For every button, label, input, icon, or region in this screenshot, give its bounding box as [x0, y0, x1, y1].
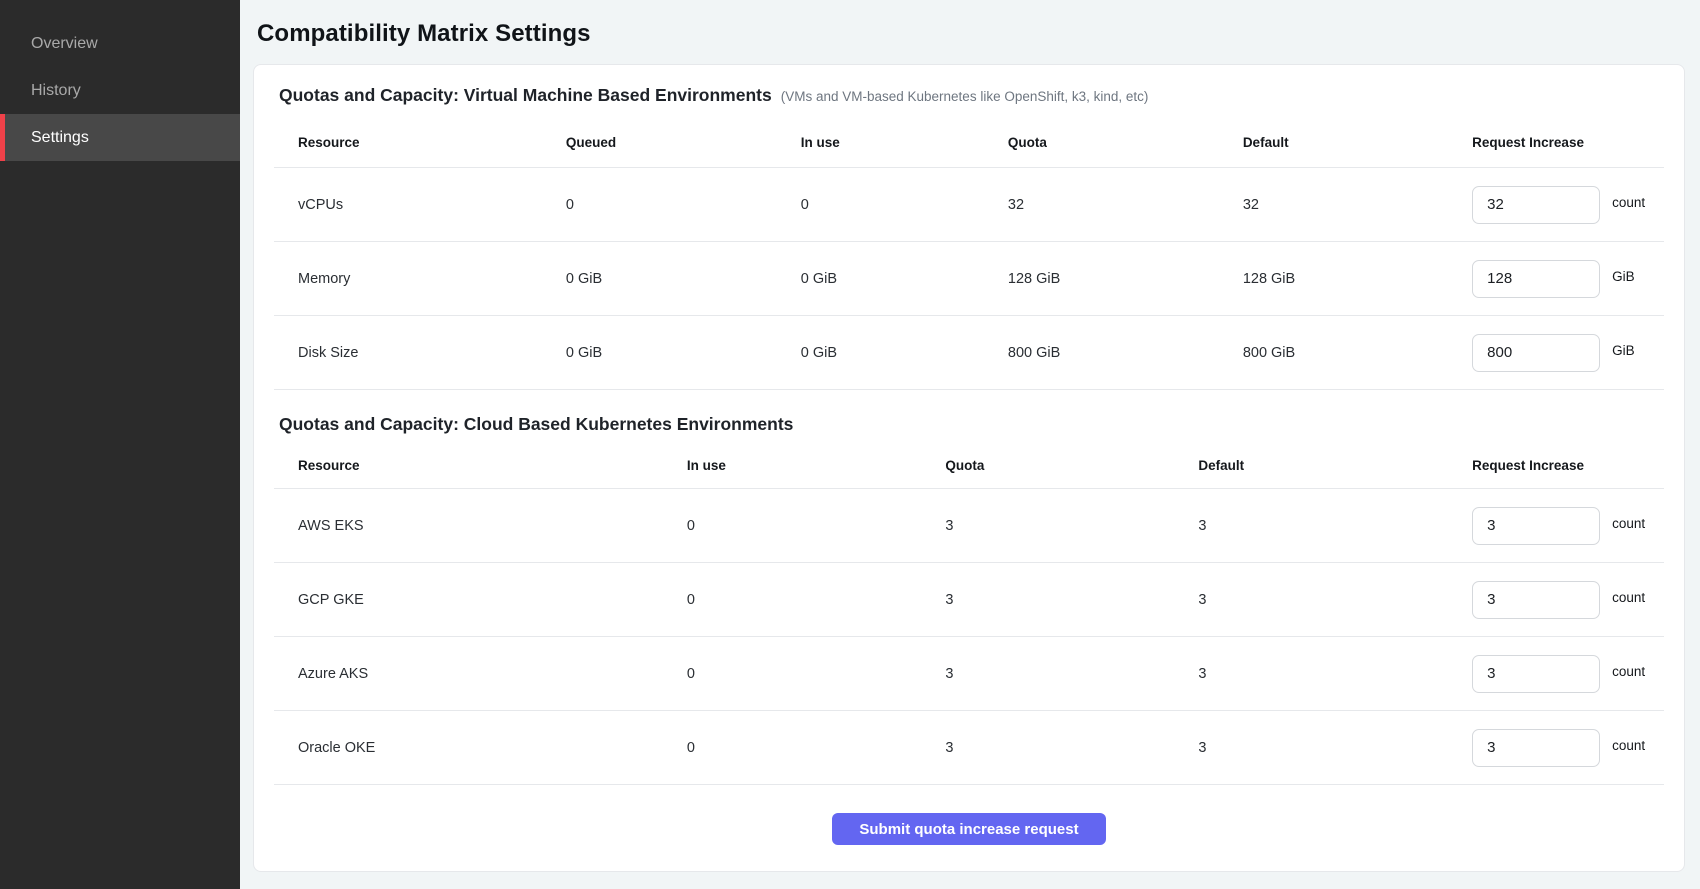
default-value: 3: [1198, 740, 1472, 756]
request-increase-cell: count: [1472, 655, 1664, 693]
default-value: 3: [1198, 592, 1472, 608]
quota-value: 800 GiB: [1008, 345, 1243, 361]
page-title: Compatibility Matrix Settings: [257, 20, 1685, 48]
vm-section-subtitle: (VMs and VM-based Kubernetes like OpenSh…: [781, 89, 1149, 104]
request-increase-cell: count: [1472, 581, 1664, 619]
sidebar: Overview History Settings: [0, 0, 240, 889]
unit-label: count: [1612, 516, 1645, 531]
quota-value: 128 GiB: [1008, 271, 1243, 287]
column-header-resource: Resource: [274, 135, 566, 150]
vm-section-header: Quotas and Capacity: Virtual Machine Bas…: [279, 85, 1664, 106]
column-header-quota: Quota: [945, 458, 1198, 473]
in-use-value: 0 GiB: [801, 345, 1008, 361]
unit-label: count: [1612, 738, 1645, 753]
quota-value: 3: [945, 592, 1198, 608]
vcpus-request-input[interactable]: [1472, 186, 1600, 224]
request-increase-cell: count: [1472, 729, 1664, 767]
quota-value: 32: [1008, 197, 1243, 213]
cloud-quota-table: Resource In use Quota Default Request In…: [274, 443, 1664, 785]
vm-table-header: Resource Queued In use Quota Default Req…: [274, 118, 1664, 168]
default-value: 3: [1198, 666, 1472, 682]
table-row-azure-aks: Azure AKS 0 3 3 count: [274, 637, 1664, 711]
sidebar-item-settings[interactable]: Settings: [0, 114, 240, 161]
queued-value: 0: [566, 197, 801, 213]
submit-button-row: Submit quota increase request: [274, 813, 1664, 845]
settings-card: Quotas and Capacity: Virtual Machine Bas…: [253, 64, 1685, 872]
table-row-memory: Memory 0 GiB 0 GiB 128 GiB 128 GiB GiB: [274, 242, 1664, 316]
vm-section-title: Quotas and Capacity: Virtual Machine Bas…: [279, 85, 772, 106]
queued-value: 0 GiB: [566, 271, 801, 287]
memory-request-input[interactable]: [1472, 260, 1600, 298]
request-increase-cell: GiB: [1472, 334, 1664, 372]
column-header-request-increase: Request Increase: [1472, 458, 1664, 473]
table-row-gcp-gke: GCP GKE 0 3 3 count: [274, 563, 1664, 637]
table-row-disk-size: Disk Size 0 GiB 0 GiB 800 GiB 800 GiB Gi…: [274, 316, 1664, 390]
sidebar-item-label: Overview: [31, 35, 98, 53]
unit-label: count: [1612, 195, 1645, 210]
column-header-queued: Queued: [566, 135, 801, 150]
sidebar-item-label: Settings: [31, 129, 89, 147]
unit-label: GiB: [1612, 343, 1635, 358]
disk-size-request-input[interactable]: [1472, 334, 1600, 372]
request-increase-cell: count: [1472, 507, 1664, 545]
submit-quota-increase-button[interactable]: Submit quota increase request: [832, 813, 1105, 845]
unit-label: count: [1612, 664, 1645, 679]
request-increase-cell: count: [1472, 186, 1664, 224]
column-header-default: Default: [1243, 135, 1472, 150]
quota-value: 3: [945, 740, 1198, 756]
column-header-in-use: In use: [801, 135, 1008, 150]
active-indicator: [0, 114, 5, 161]
resource-name: Azure AKS: [274, 666, 687, 682]
resource-name: Disk Size: [274, 345, 566, 361]
resource-name: AWS EKS: [274, 518, 687, 534]
column-header-default: Default: [1198, 458, 1472, 473]
default-value: 3: [1198, 518, 1472, 534]
column-header-quota: Quota: [1008, 135, 1243, 150]
quota-value: 3: [945, 518, 1198, 534]
in-use-value: 0: [687, 666, 946, 682]
sidebar-nav: Overview History Settings: [0, 0, 240, 161]
in-use-value: 0: [801, 197, 1008, 213]
sidebar-item-overview[interactable]: Overview: [0, 20, 240, 67]
sidebar-item-history[interactable]: History: [0, 67, 240, 114]
cloud-section-header: Quotas and Capacity: Cloud Based Kuberne…: [279, 414, 1664, 435]
column-header-resource: Resource: [274, 458, 687, 473]
unit-label: GiB: [1612, 269, 1635, 284]
gcp-gke-request-input[interactable]: [1472, 581, 1600, 619]
in-use-value: 0: [687, 592, 946, 608]
request-increase-cell: GiB: [1472, 260, 1664, 298]
oracle-oke-request-input[interactable]: [1472, 729, 1600, 767]
cloud-section-title: Quotas and Capacity: Cloud Based Kuberne…: [279, 414, 793, 435]
sidebar-item-label: History: [31, 82, 81, 100]
table-row-oracle-oke: Oracle OKE 0 3 3 count: [274, 711, 1664, 785]
resource-name: Memory: [274, 271, 566, 287]
default-value: 32: [1243, 197, 1472, 213]
queued-value: 0 GiB: [566, 345, 801, 361]
default-value: 128 GiB: [1243, 271, 1472, 287]
main-content: Compatibility Matrix Settings Quotas and…: [240, 0, 1700, 889]
cloud-table-header: Resource In use Quota Default Request In…: [274, 443, 1664, 489]
in-use-value: 0: [687, 518, 946, 534]
column-header-request-increase: Request Increase: [1472, 135, 1664, 150]
quota-value: 3: [945, 666, 1198, 682]
vm-quota-table: Resource Queued In use Quota Default Req…: [274, 118, 1664, 390]
resource-name: GCP GKE: [274, 592, 687, 608]
default-value: 800 GiB: [1243, 345, 1472, 361]
azure-aks-request-input[interactable]: [1472, 655, 1600, 693]
table-row-vcpus: vCPUs 0 0 32 32 count: [274, 168, 1664, 242]
unit-label: count: [1612, 590, 1645, 605]
column-header-in-use: In use: [687, 458, 946, 473]
in-use-value: 0 GiB: [801, 271, 1008, 287]
resource-name: vCPUs: [274, 197, 566, 213]
aws-eks-request-input[interactable]: [1472, 507, 1600, 545]
table-row-aws-eks: AWS EKS 0 3 3 count: [274, 489, 1664, 563]
resource-name: Oracle OKE: [274, 740, 687, 756]
in-use-value: 0: [687, 740, 946, 756]
